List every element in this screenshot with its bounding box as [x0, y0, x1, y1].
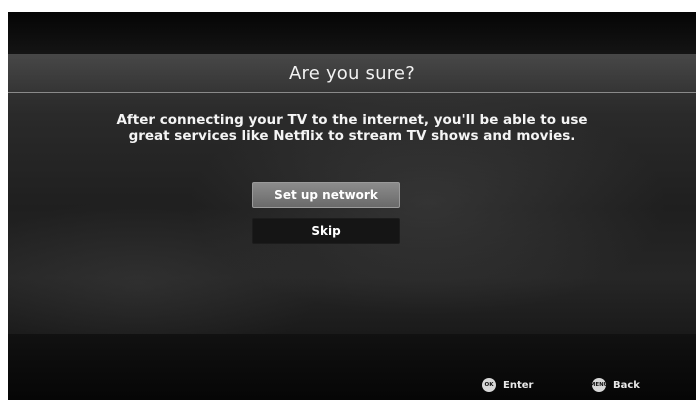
top-band: [8, 12, 696, 54]
dialog-title-bar: Are you sure?: [8, 54, 696, 93]
set-up-network-button[interactable]: Set up network: [252, 182, 400, 208]
dialog-message-line-2: great services like Netflix to stream TV…: [128, 128, 576, 144]
back-hint-label: Back: [613, 379, 640, 391]
dialog-title: Are you sure?: [289, 62, 415, 84]
menu-key-icon: MENU: [590, 378, 608, 392]
enter-hint-label: Enter: [503, 379, 534, 391]
ok-key-icon: OK: [482, 378, 496, 392]
back-hint[interactable]: MENU Back: [590, 378, 640, 392]
dialog-message: After connecting your TV to the internet…: [8, 112, 696, 144]
tv-screen: Are you sure? After connecting your TV t…: [8, 12, 696, 400]
skip-button[interactable]: Skip: [252, 218, 400, 244]
dialog-panel: Are you sure? After connecting your TV t…: [8, 54, 696, 334]
enter-hint[interactable]: OK Enter: [482, 378, 533, 392]
dialog-message-line-1: After connecting your TV to the internet…: [116, 112, 588, 128]
footer-bar: OK Enter MENU Back: [8, 334, 696, 400]
